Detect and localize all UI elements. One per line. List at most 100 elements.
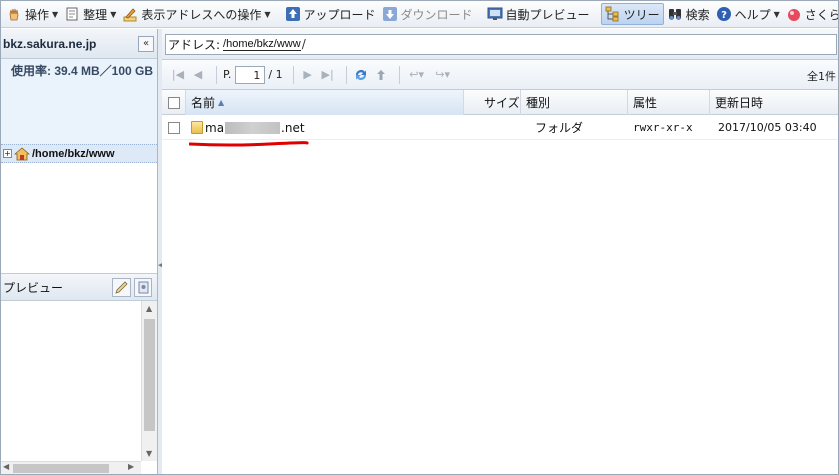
chevron-down-icon: ▼ (110, 9, 117, 19)
main-pane: アドレス: /home/bkz/www / |◀ ◀ P. 1 / 1 ▶ ▶|… (162, 29, 838, 474)
scroll-thumb[interactable] (13, 464, 109, 473)
column-name[interactable]: 名前 ▲ (186, 90, 464, 115)
operation-menu-label: 操作 (25, 7, 50, 22)
binoculars-icon (667, 6, 683, 22)
column-attributes[interactable]: 属性 (628, 90, 710, 115)
download-label: ダウンロード (400, 7, 473, 22)
column-type[interactable]: 種別 (521, 90, 628, 115)
help-icon: ? (716, 6, 732, 22)
item-count: 全1件 (807, 70, 836, 83)
pager-divider (216, 65, 217, 84)
address-field[interactable]: アドレス: /home/bkz/www / (165, 33, 837, 55)
svg-text:?: ? (721, 10, 727, 21)
preview-header: プレビュー (1, 273, 157, 301)
pager-divider (345, 65, 347, 84)
file-name-suffix: .net (281, 120, 305, 135)
file-date-cell: 2017/10/05 03:40 (718, 121, 817, 134)
help-menu-label: ヘルプ (734, 7, 771, 22)
forward-icon[interactable]: ↪▾ (432, 67, 454, 83)
file-attr-cell: rwxr-xr-x (633, 121, 693, 134)
next-page-icon[interactable]: ▶ (300, 67, 316, 83)
tree-node-label: /home/bkz/www (32, 147, 115, 160)
preview-title: プレビュー (3, 280, 64, 295)
organize-menu-label: 整理 (83, 7, 108, 22)
row-checkbox[interactable] (168, 121, 180, 134)
scroll-up-icon[interactable]: ▲ (146, 304, 152, 313)
file-name-cell[interactable]: ma .net (186, 115, 464, 140)
preview-horizontal-scrollbar[interactable]: ◀ ▶ (1, 461, 141, 474)
tree-toggle-label: ツリー (623, 7, 660, 22)
upload-button[interactable]: アップロード (282, 3, 379, 25)
column-type-label: 種別 (526, 96, 551, 110)
file-name-prefix: ma (205, 120, 225, 135)
address-value[interactable]: /home/bkz/www (223, 38, 301, 51)
sort-asc-icon: ▲ (218, 98, 225, 107)
chevron-down-icon: ▼ (52, 9, 59, 19)
first-page-icon[interactable]: |◀ (170, 67, 186, 83)
organize-menu-button[interactable]: 整理 ▼ (61, 3, 119, 25)
scroll-down-icon[interactable]: ▼ (146, 449, 152, 458)
redacted-text (225, 121, 281, 134)
main-toolbar: 操作 ▼ 整理 ▼ 表示アドレスへの操作 ▼ アップロード ダウンロード 自動プ… (1, 1, 838, 28)
sakura-icon (786, 6, 802, 22)
back-icon[interactable]: ↩▾ (406, 67, 428, 83)
file-icon (138, 281, 149, 294)
refresh-icon[interactable] (353, 67, 369, 83)
pencil-icon (115, 281, 128, 294)
home-icon (13, 146, 31, 162)
column-modified-label: 更新日時 (715, 96, 764, 110)
scroll-left-icon[interactable]: ◀ (3, 462, 9, 471)
grid-header: 名前 ▲ サイズ 種別 属性 更新日時 (162, 90, 838, 115)
help-menu-button[interactable]: ? ヘルプ ▼ (713, 3, 783, 25)
column-attributes-label: 属性 (633, 96, 658, 110)
search-label: 検索 (685, 7, 710, 22)
select-all-checkbox[interactable] (168, 96, 180, 109)
file-size-cell (464, 115, 521, 140)
column-modified[interactable]: 更新日時 (710, 90, 838, 115)
server-name: bkz.sakura.ne.jp (3, 36, 97, 51)
monitor-icon (487, 6, 503, 22)
edit-preview-button[interactable] (112, 278, 131, 297)
chevron-down-icon: ▼ (773, 9, 780, 19)
page-prefix: P. (223, 68, 232, 81)
address-label: アドレス: (168, 37, 221, 52)
hand-icon (6, 6, 22, 22)
preview-vertical-scrollbar[interactable]: ▲ ▼ (141, 301, 157, 461)
collapse-pane-button[interactable]: « (138, 35, 154, 52)
left-pane: bkz.sakura.ne.jp « 使用率: 39.4 MB／100 GB +… (1, 29, 158, 474)
address-operation-menu-button[interactable]: 表示アドレスへの操作 ▼ (119, 3, 273, 25)
upload-icon (285, 6, 301, 22)
select-all-cell (162, 90, 186, 115)
operation-menu-button[interactable]: 操作 ▼ (3, 3, 61, 25)
usage-panel: 使用率: 39.4 MB／100 GB (1, 59, 157, 145)
sakura-menu-label: さくら (804, 7, 838, 22)
sakura-menu-button[interactable]: さくら ▼ (783, 3, 838, 25)
column-name-label: 名前 (191, 96, 216, 110)
tree-node-www[interactable]: + /home/bkz/www (1, 144, 157, 163)
tree-icon (605, 6, 621, 22)
pagination-bar: |◀ ◀ P. 1 / 1 ▶ ▶| ↩▾ ↪▾ 全1件 (162, 60, 838, 90)
preview-file-button[interactable] (134, 278, 152, 297)
last-page-icon[interactable]: ▶| (320, 67, 336, 83)
parent-folder-icon[interactable] (373, 67, 389, 83)
pager-divider (292, 65, 294, 84)
document-icon (64, 6, 80, 22)
pager-divider (398, 65, 400, 84)
column-size[interactable]: サイズ (464, 90, 521, 115)
upload-label: アップロード (303, 7, 376, 22)
highlight-underline (189, 141, 309, 147)
prev-page-icon[interactable]: ◀ (190, 67, 206, 83)
tree-expand-icon[interactable]: + (3, 149, 12, 158)
download-button[interactable]: ダウンロード (379, 3, 476, 25)
address-bar: アドレス: /home/bkz/www / (162, 29, 838, 60)
row-select-cell (162, 115, 186, 140)
pencil-icon (122, 6, 138, 22)
auto-preview-button[interactable]: 自動プレビュー (484, 3, 593, 25)
table-row[interactable]: ma .net フォルダ rwxr-xr-x 2017/10/05 03:40 (162, 115, 838, 140)
chevron-down-icon: ▼ (264, 9, 271, 19)
scroll-thumb[interactable] (144, 319, 155, 431)
page-number-input[interactable]: 1 (235, 65, 266, 84)
scroll-right-icon[interactable]: ▶ (128, 462, 134, 471)
tree-toggle-button[interactable]: ツリー (600, 3, 664, 25)
search-button[interactable]: 検索 (664, 3, 713, 25)
